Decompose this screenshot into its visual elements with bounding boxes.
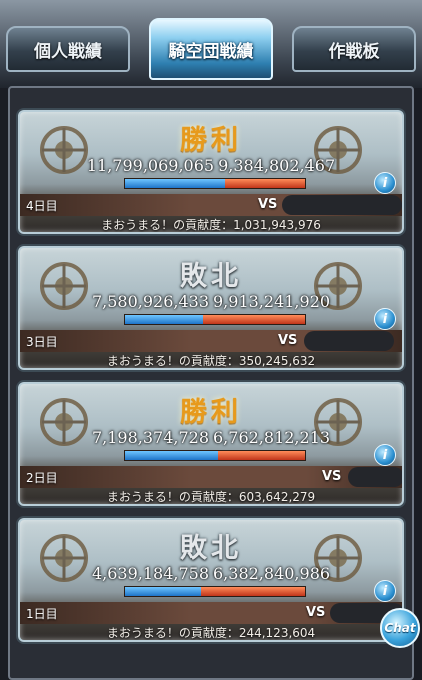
redacted-opponent-name — [304, 331, 394, 351]
opponent-strip: 2日目 VS — [20, 466, 402, 488]
their-share — [217, 451, 305, 460]
redacted-opponent-name — [348, 467, 402, 487]
score-ratio-bar — [124, 586, 306, 597]
contribution-text: まおうまる！の貢献度：1,031,943,976 — [101, 218, 321, 232]
score-ratio-bar — [124, 178, 306, 189]
our-score: 7,580,926,433 — [91, 292, 209, 311]
tab-strategy-board[interactable]: 作戦板 — [292, 26, 416, 72]
our-score: 11,799,069,065 — [86, 156, 215, 175]
tab-crew-record[interactable]: 騎空団戦績 — [149, 18, 273, 80]
battle-result: 敗北 — [180, 533, 242, 564]
vs-label: VS — [278, 333, 298, 348]
tab-bar: 個人戦績 騎空団戦績 作戦板 — [0, 0, 422, 88]
redacted-opponent-name — [282, 195, 402, 215]
info-icon[interactable]: i — [374, 580, 396, 602]
score-line: 7,580,926,433 9,913,241,920 — [20, 292, 402, 311]
battle-card[interactable]: 敗北 4,639,184,758 6,382,840,986 i 1日目 VS ま… — [18, 518, 404, 642]
battle-card[interactable]: 敗北 7,580,926,433 9,913,241,920 i 3日目 VS ま… — [18, 246, 404, 370]
opponent-strip: 4日目 VS — [20, 194, 402, 216]
our-score: 7,198,374,728 — [91, 428, 209, 447]
score-ratio-bar — [124, 450, 306, 461]
contribution-text: まおうまる！の貢献度：603,642,279 — [106, 490, 316, 504]
info-icon[interactable]: i — [374, 308, 396, 330]
day-label: 2日目 — [26, 471, 58, 485]
score-line: 7,198,374,728 6,762,812,213 — [20, 428, 402, 447]
their-share — [202, 315, 305, 324]
vs-label: VS — [306, 605, 326, 620]
battle-result: 勝利 — [180, 125, 242, 156]
battle-card[interactable]: 勝利 7,198,374,728 6,762,812,213 i 2日目 VS ま… — [18, 382, 404, 506]
battle-result: 勝利 — [180, 397, 242, 428]
day-label: 3日目 — [26, 335, 58, 349]
battle-card[interactable]: 勝利 11,799,069,065 9,384,802,467 i 4日目 VS … — [18, 110, 404, 234]
score-ratio-bar — [124, 314, 306, 325]
our-share — [125, 179, 226, 188]
opponent-strip: 3日目 VS — [20, 330, 402, 352]
contribution-text: まおうまる！の貢献度：244,123,604 — [106, 626, 316, 640]
info-icon[interactable]: i — [374, 172, 396, 194]
our-share — [125, 587, 201, 596]
our-share — [125, 451, 218, 460]
score-line: 11,799,069,065 9,384,802,467 — [20, 156, 402, 175]
chat-button[interactable]: Chat — [380, 608, 420, 648]
info-icon[interactable]: i — [374, 444, 396, 466]
day-label: 4日目 — [26, 199, 58, 213]
battle-result: 敗北 — [180, 261, 242, 292]
vs-label: VS — [258, 197, 278, 212]
their-share — [225, 179, 305, 188]
their-score: 6,762,812,213 — [213, 428, 331, 447]
score-line: 4,639,184,758 6,382,840,986 — [20, 564, 402, 583]
contribution-text: まおうまる！の貢献度：350,245,632 — [106, 354, 316, 368]
our-share — [125, 315, 203, 324]
day-label: 1日目 — [26, 607, 58, 621]
opponent-strip: 1日目 VS — [20, 602, 402, 624]
their-score: 9,913,241,920 — [213, 292, 331, 311]
their-score: 6,382,840,986 — [213, 564, 331, 583]
our-score: 4,639,184,758 — [91, 564, 209, 583]
their-score: 9,384,802,467 — [218, 156, 336, 175]
tab-personal-record[interactable]: 個人戦績 — [6, 26, 130, 72]
vs-label: VS — [322, 469, 342, 484]
their-share — [200, 587, 305, 596]
